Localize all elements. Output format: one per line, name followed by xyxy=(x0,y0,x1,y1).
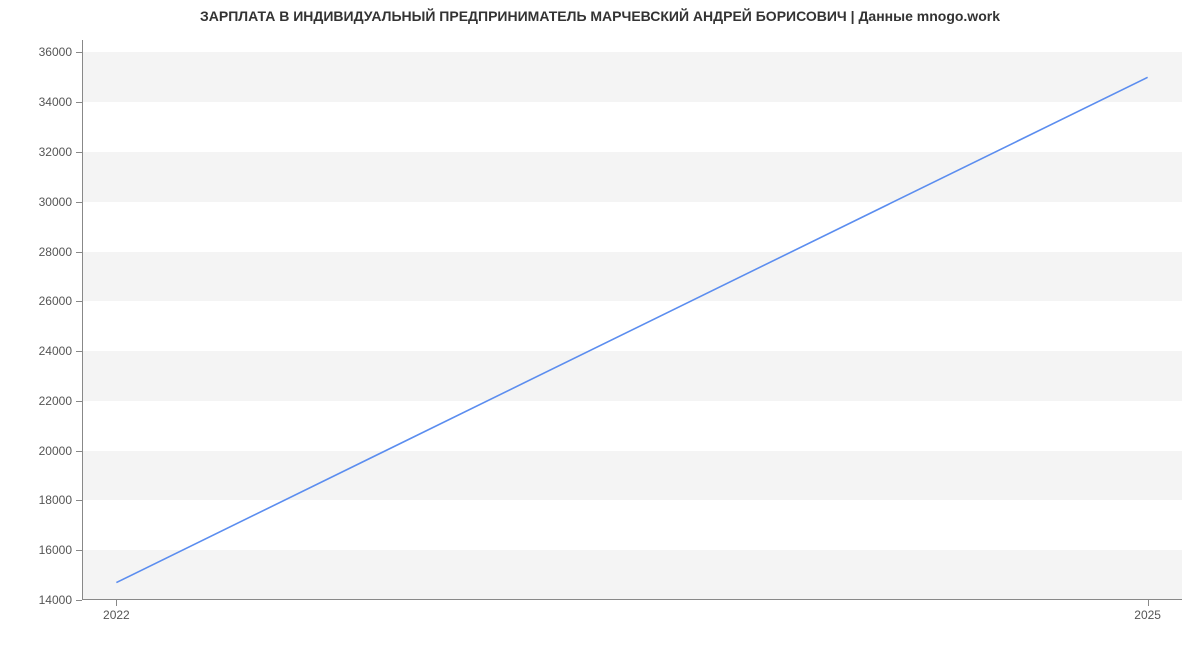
y-tick xyxy=(76,152,82,153)
y-tick-label: 18000 xyxy=(39,493,72,507)
data-line xyxy=(82,40,1182,600)
y-tick-label: 24000 xyxy=(39,344,72,358)
x-tick xyxy=(116,600,117,606)
x-tick xyxy=(1148,600,1149,606)
y-tick-label: 32000 xyxy=(39,145,72,159)
y-tick-label: 34000 xyxy=(39,95,72,109)
y-tick xyxy=(76,401,82,402)
y-tick-label: 20000 xyxy=(39,444,72,458)
y-tick xyxy=(76,252,82,253)
y-tick xyxy=(76,550,82,551)
x-tick-label: 2022 xyxy=(103,608,130,622)
x-tick-label: 2025 xyxy=(1134,608,1161,622)
series-line xyxy=(116,77,1147,582)
y-tick xyxy=(76,600,82,601)
y-tick-label: 22000 xyxy=(39,394,72,408)
y-tick-label: 30000 xyxy=(39,195,72,209)
plot-area: 1400016000180002000022000240002600028000… xyxy=(82,40,1182,600)
y-tick xyxy=(76,102,82,103)
y-tick xyxy=(76,301,82,302)
y-tick xyxy=(76,52,82,53)
y-tick-label: 16000 xyxy=(39,543,72,557)
y-tick xyxy=(76,451,82,452)
chart-title: ЗАРПЛАТА В ИНДИВИДУАЛЬНЫЙ ПРЕДПРИНИМАТЕЛ… xyxy=(0,8,1200,24)
y-tick-label: 26000 xyxy=(39,294,72,308)
y-tick-label: 28000 xyxy=(39,245,72,259)
y-tick xyxy=(76,500,82,501)
y-tick xyxy=(76,202,82,203)
y-tick xyxy=(76,351,82,352)
y-tick-label: 14000 xyxy=(39,593,72,607)
chart-container: ЗАРПЛАТА В ИНДИВИДУАЛЬНЫЙ ПРЕДПРИНИМАТЕЛ… xyxy=(0,0,1200,650)
y-tick-label: 36000 xyxy=(39,45,72,59)
